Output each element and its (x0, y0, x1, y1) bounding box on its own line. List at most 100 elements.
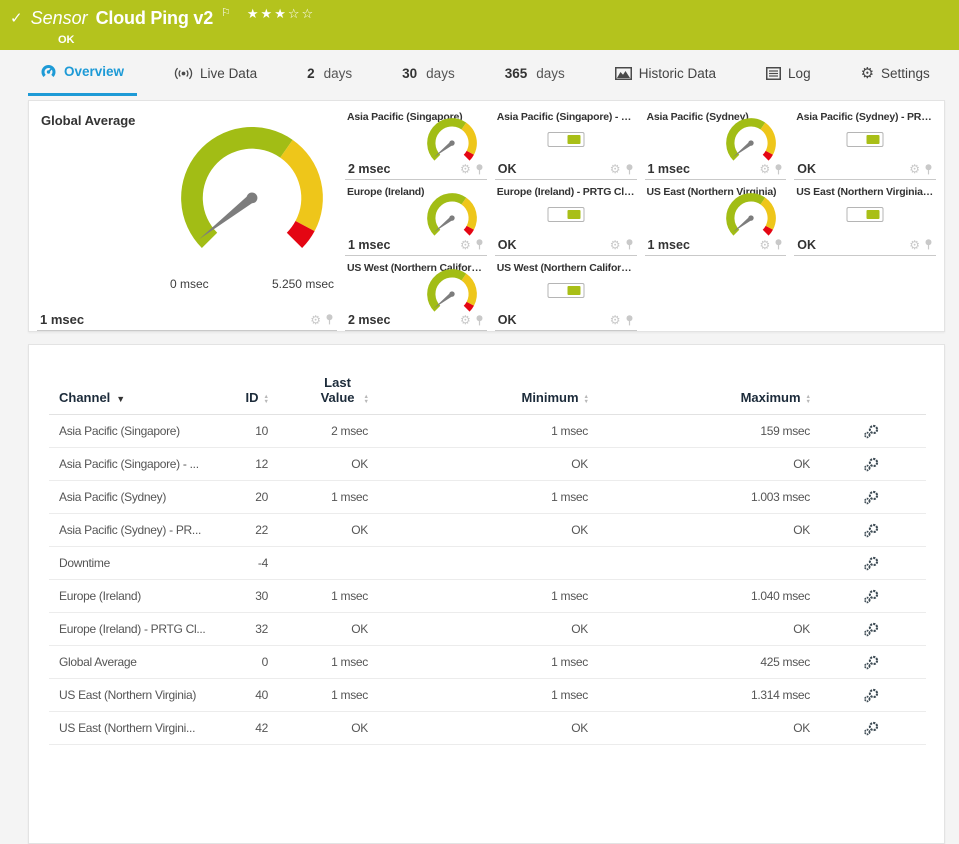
gauge-title: Global Average (37, 107, 337, 128)
gauge-scale-max: 5.250 msec (272, 277, 334, 291)
edit-channel-gears-icon[interactable] (863, 589, 880, 604)
pin-icon[interactable] (625, 164, 634, 175)
status-indicator (547, 207, 584, 222)
pin-icon[interactable] (625, 239, 634, 250)
table-row: Asia Pacific (Singapore) - ... 12 OK OK … (49, 448, 926, 481)
edit-channel-gears-icon[interactable] (863, 556, 880, 571)
tab-historic-data[interactable]: Historic Data (602, 50, 729, 96)
mini-gauge (423, 118, 481, 166)
table-row: Asia Pacific (Sydney) 20 1 msec 1 msec 1… (49, 481, 926, 514)
edit-channel-gears-icon[interactable] (863, 490, 880, 505)
pin-icon[interactable] (924, 239, 933, 250)
mini-gauge (722, 193, 780, 241)
column-header-channel[interactable]: Channel▼ (49, 375, 219, 415)
column-header-maximum[interactable]: Maximum▲▼ (589, 375, 811, 415)
channel-settings-icon[interactable]: ⚙ (460, 239, 471, 251)
pin-icon[interactable] (625, 315, 634, 326)
channel-tile-us-west-prtg[interactable]: US West (Northern California)... OK ⚙ (495, 258, 637, 331)
historic-chart-icon (615, 67, 632, 80)
pin-icon[interactable] (774, 164, 783, 175)
page-title: Cloud Ping v2 (96, 8, 213, 29)
table-row: Asia Pacific (Singapore) 10 2 msec 1 mse… (49, 415, 926, 448)
gauge-scale-min: 0 msec (170, 277, 209, 291)
status-badge: OK (58, 34, 959, 46)
global-average-gauge (173, 127, 331, 255)
edit-channel-gears-icon[interactable] (863, 523, 880, 538)
edit-channel-gears-icon[interactable] (863, 424, 880, 439)
channel-tile-us-east-prtg[interactable]: US East (Northern Virginia) - ... OK ⚙ (794, 182, 936, 255)
pin-icon[interactable] (924, 164, 933, 175)
gauge-value: 1 msec (40, 312, 84, 327)
table-row: Asia Pacific (Sydney) - PR... 22 OK OK O… (49, 514, 926, 547)
pin-icon[interactable] (325, 314, 334, 325)
edit-channel-gears-icon[interactable] (863, 622, 880, 637)
table-row: Europe (Ireland) - PRTG Cl... 32 OK OK O… (49, 613, 926, 646)
mini-gauge (423, 193, 481, 241)
channel-table-panel: Channel▼ ID▲▼ Last Value▲▼ Minimum▲▼ Max… (28, 344, 945, 844)
table-row: Global Average 0 1 msec 1 msec 425 msec (49, 646, 926, 679)
channel-table: Channel▼ ID▲▼ Last Value▲▼ Minimum▲▼ Max… (49, 375, 926, 745)
tab-live-data[interactable]: Live Data (161, 50, 270, 96)
channel-settings-icon[interactable]: ⚙ (759, 163, 770, 175)
channel-tile-singapore[interactable]: Asia Pacific (Singapore) 2 msec ⚙ (345, 107, 487, 180)
column-header-id[interactable]: ID▲▼ (219, 375, 269, 415)
sort-icon[interactable]: ▲▼ (264, 395, 269, 404)
channel-settings-icon[interactable]: ⚙ (460, 163, 471, 175)
channel-tile-us-east[interactable]: US East (Northern Virginia) 1 msec ⚙ (645, 182, 787, 255)
status-indicator (547, 132, 584, 147)
pin-icon[interactable] (774, 239, 783, 250)
pin-icon[interactable] (475, 164, 484, 175)
sort-icon[interactable]: ▲▼ (364, 395, 369, 404)
gear-icon: ⚙ (861, 66, 874, 81)
table-row: US East (Northern Virgini... 42 OK OK OK (49, 712, 926, 745)
edit-channel-gears-icon[interactable] (863, 655, 880, 670)
channel-tile-singapore-prtg[interactable]: Asia Pacific (Singapore) - PR... OK ⚙ (495, 107, 637, 180)
channel-settings-icon[interactable]: ⚙ (610, 163, 621, 175)
edit-channel-gears-icon[interactable] (863, 688, 880, 703)
channel-settings-icon[interactable]: ⚙ (610, 239, 621, 251)
sort-icon[interactable]: ▲▼ (806, 395, 811, 404)
tab-log[interactable]: Log (753, 50, 824, 96)
mini-gauge (722, 118, 780, 166)
gauge-icon (41, 64, 57, 79)
column-header-last-value[interactable]: Last Value▲▼ (269, 375, 369, 415)
status-check-icon: ✓ (10, 11, 23, 26)
tab-2-days[interactable]: 2days (294, 50, 365, 96)
table-row: Europe (Ireland) 30 1 msec 1 msec 1.040 … (49, 580, 926, 613)
channel-settings-icon[interactable]: ⚙ (610, 314, 621, 326)
tab-settings[interactable]: ⚙ Settings (848, 50, 943, 96)
edit-channel-gears-icon[interactable] (863, 457, 880, 472)
channel-tile-ireland[interactable]: Europe (Ireland) 1 msec ⚙ (345, 182, 487, 255)
sensor-kind-label: Sensor (31, 8, 88, 29)
channel-tile-sydney[interactable]: Asia Pacific (Sydney) 1 msec ⚙ (645, 107, 787, 180)
channel-settings-icon[interactable]: ⚙ (909, 163, 920, 175)
status-indicator (847, 132, 884, 147)
channel-settings-icon[interactable]: ⚙ (909, 239, 920, 251)
channel-settings-icon[interactable]: ⚙ (460, 314, 471, 326)
status-indicator (847, 207, 884, 222)
global-average-tile[interactable]: Global Average 0 msec 5.250 msec 1 msec … (37, 107, 337, 331)
tab-bar: Overview Live Data 2days 30days 365days … (0, 50, 959, 96)
table-row: Downtime -4 (49, 547, 926, 580)
sort-icon[interactable]: ▲▼ (584, 395, 589, 404)
tab-30-days[interactable]: 30days (389, 50, 468, 96)
sort-desc-icon: ▼ (116, 394, 125, 404)
pin-icon[interactable] (475, 239, 484, 250)
edit-channel-gears-icon[interactable] (863, 721, 880, 736)
gauges-panel: Global Average 0 msec 5.250 msec 1 msec … (28, 100, 945, 332)
channel-tile-ireland-prtg[interactable]: Europe (Ireland) - PRTG Cloud... OK ⚙ (495, 182, 637, 255)
status-indicator (547, 283, 584, 298)
flag-icon[interactable]: ⚐ (221, 6, 231, 19)
log-icon (766, 67, 781, 80)
channel-tile-sydney-prtg[interactable]: Asia Pacific (Sydney) - PRTG ... OK ⚙ (794, 107, 936, 180)
channel-settings-icon[interactable]: ⚙ (759, 239, 770, 251)
table-row: US East (Northern Virginia) 40 1 msec 1 … (49, 679, 926, 712)
pin-icon[interactable] (475, 315, 484, 326)
channel-tile-us-west[interactable]: US West (Northern California) 2 msec ⚙ (345, 258, 487, 331)
sensor-header: ✓ Sensor Cloud Ping v2 ⚐ ★★★☆☆ OK (0, 0, 959, 50)
tab-overview[interactable]: Overview (28, 50, 137, 96)
channel-settings-icon[interactable]: ⚙ (310, 314, 321, 326)
column-header-minimum[interactable]: Minimum▲▼ (369, 375, 589, 415)
tab-365-days[interactable]: 365days (492, 50, 578, 96)
priority-stars[interactable]: ★★★☆☆ (247, 6, 315, 22)
